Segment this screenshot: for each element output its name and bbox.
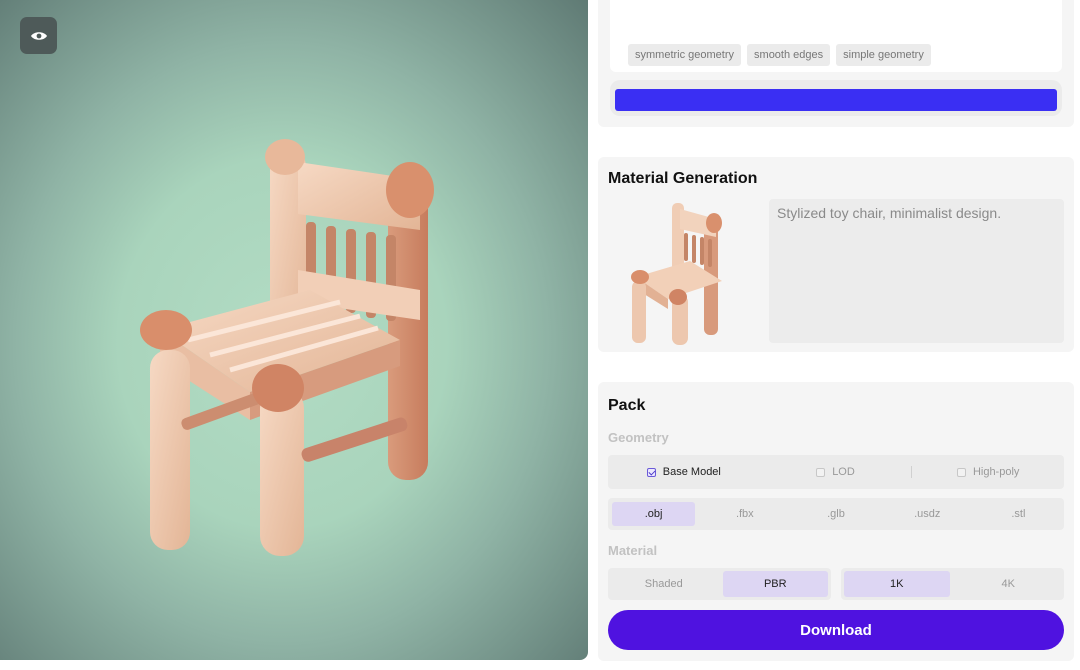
resolution-selector: 1K 4K	[841, 568, 1064, 600]
eye-toggle-button[interactable]	[20, 17, 57, 54]
pack-panel: Pack Geometry Base Model LOD High-poly .…	[598, 382, 1074, 661]
tag-list: symmetric geometry smooth edges simple g…	[628, 44, 931, 66]
material-generation-panel: Material Generation Stylized toy chair, …	[598, 157, 1074, 352]
checkbox-icon[interactable]	[956, 467, 966, 477]
prompt-panel: symmetric geometry smooth edges simple g…	[598, 0, 1074, 127]
geometry-option-base-model[interactable]: Base Model	[608, 466, 760, 478]
option-label: High-poly	[972, 466, 1020, 478]
geometry-option-high-poly[interactable]: High-poly	[912, 466, 1064, 478]
resolution-4k[interactable]: 4K	[956, 571, 1062, 597]
geometry-option-lod[interactable]: LOD	[760, 466, 912, 478]
chair-model-render[interactable]	[120, 130, 480, 570]
download-button[interactable]: Download	[608, 610, 1064, 650]
material-prompt-input[interactable]: Stylized toy chair, minimalist design.	[769, 199, 1064, 343]
geometry-options: Base Model LOD High-poly	[608, 455, 1064, 489]
tag-chip[interactable]: symmetric geometry	[628, 44, 742, 66]
format-obj[interactable]: .obj	[612, 502, 696, 526]
section-title: Material Generation	[608, 170, 758, 187]
generate-button[interactable]	[615, 89, 1057, 111]
chair-thumbnail[interactable]	[622, 195, 752, 345]
generate-track	[610, 80, 1062, 116]
shading-shaded[interactable]: Shaded	[611, 571, 717, 597]
checkbox-checked-icon[interactable]	[646, 467, 656, 477]
shading-selector: Shaded PBR	[608, 568, 831, 600]
tag-chip[interactable]: smooth edges	[747, 44, 831, 66]
eye-icon	[30, 31, 47, 40]
model-viewer[interactable]	[0, 0, 588, 660]
option-label: Base Model	[662, 466, 721, 478]
material-label: Material	[608, 543, 658, 558]
format-glb[interactable]: .glb	[794, 502, 877, 526]
section-title: Pack	[608, 397, 646, 414]
checkbox-icon[interactable]	[816, 467, 826, 477]
format-stl[interactable]: .stl	[977, 502, 1060, 526]
geometry-label: Geometry	[608, 430, 669, 445]
tag-chip[interactable]: simple geometry	[836, 44, 931, 66]
option-label: LOD	[832, 466, 855, 478]
resolution-1k[interactable]: 1K	[844, 571, 950, 597]
format-usdz[interactable]: .usdz	[886, 502, 969, 526]
app-root: symmetric geometry smooth edges simple g…	[0, 0, 1080, 670]
prompt-box[interactable]: symmetric geometry smooth edges simple g…	[610, 0, 1062, 72]
format-fbx[interactable]: .fbx	[703, 502, 786, 526]
format-selector: .obj .fbx .glb .usdz .stl	[608, 498, 1064, 530]
shading-pbr[interactable]: PBR	[722, 571, 828, 597]
